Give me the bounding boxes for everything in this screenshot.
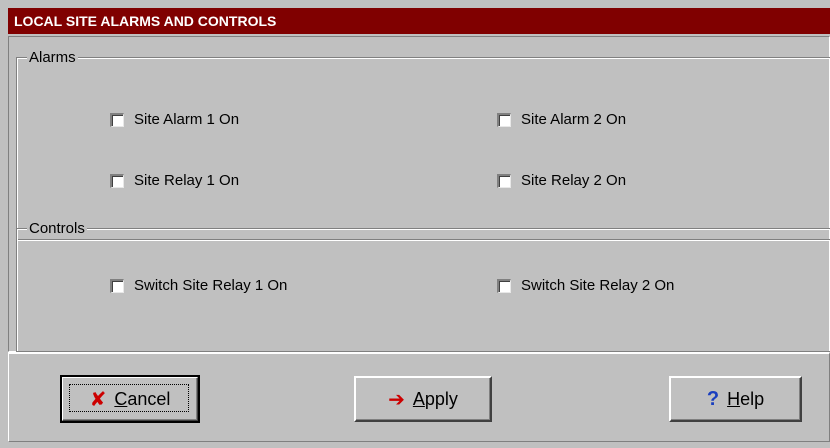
- checkbox-label: Site Relay 1 On: [134, 172, 240, 189]
- help-button[interactable]: ? Help: [669, 376, 802, 422]
- switch-site-relay-2-checkbox[interactable]: Switch Site Relay 2 On: [497, 277, 674, 294]
- help-label: Help: [727, 388, 765, 409]
- checkbox-label: Switch Site Relay 2 On: [521, 277, 675, 294]
- checkbox-box[interactable]: [110, 278, 124, 293]
- cancel-button[interactable]: ✘ Cancel: [60, 375, 200, 423]
- checkbox-box[interactable]: [497, 278, 511, 293]
- focus-rectangle: [69, 384, 189, 412]
- checkbox-label: Site Alarm 2 On: [521, 111, 627, 128]
- site-alarm-2-checkbox[interactable]: Site Alarm 2 On: [497, 111, 626, 128]
- dialog-window: LOCAL SITE ALARMS AND CONTROLS Alarms Si…: [0, 0, 830, 448]
- alarms-legend: Alarms: [27, 49, 78, 67]
- controls-legend: Controls: [27, 220, 87, 238]
- site-alarm-1-checkbox[interactable]: Site Alarm 1 On: [110, 111, 239, 128]
- checkbox-box[interactable]: [497, 112, 511, 127]
- button-bar: ✘ Cancel ➔ Apply ? Help: [8, 352, 830, 442]
- checkbox-label: Site Alarm 1 On: [134, 111, 240, 128]
- checkbox-box[interactable]: [110, 112, 124, 127]
- alarms-group: Alarms Site Alarm 1 On Site Alarm 2 On S…: [16, 49, 830, 240]
- site-relay-1-checkbox[interactable]: Site Relay 1 On: [110, 172, 239, 189]
- question-icon: ?: [706, 387, 720, 410]
- apply-button[interactable]: ➔ Apply: [354, 376, 492, 422]
- apply-label: Apply: [412, 388, 458, 409]
- dialog-title: LOCAL SITE ALARMS AND CONTROLS: [8, 8, 830, 34]
- checkbox-box[interactable]: [497, 173, 511, 188]
- checkbox-label: Site Relay 2 On: [521, 172, 627, 189]
- switch-site-relay-1-checkbox[interactable]: Switch Site Relay 1 On: [110, 277, 287, 294]
- controls-group: Controls Switch Site Relay 1 On Switch S…: [16, 220, 830, 352]
- checkbox-box[interactable]: [110, 173, 124, 188]
- settings-panel: Alarms Site Alarm 1 On Site Alarm 2 On S…: [8, 36, 830, 352]
- arrow-right-icon: ➔: [388, 388, 405, 411]
- checkbox-label: Switch Site Relay 1 On: [134, 277, 288, 294]
- site-relay-2-checkbox[interactable]: Site Relay 2 On: [497, 172, 626, 189]
